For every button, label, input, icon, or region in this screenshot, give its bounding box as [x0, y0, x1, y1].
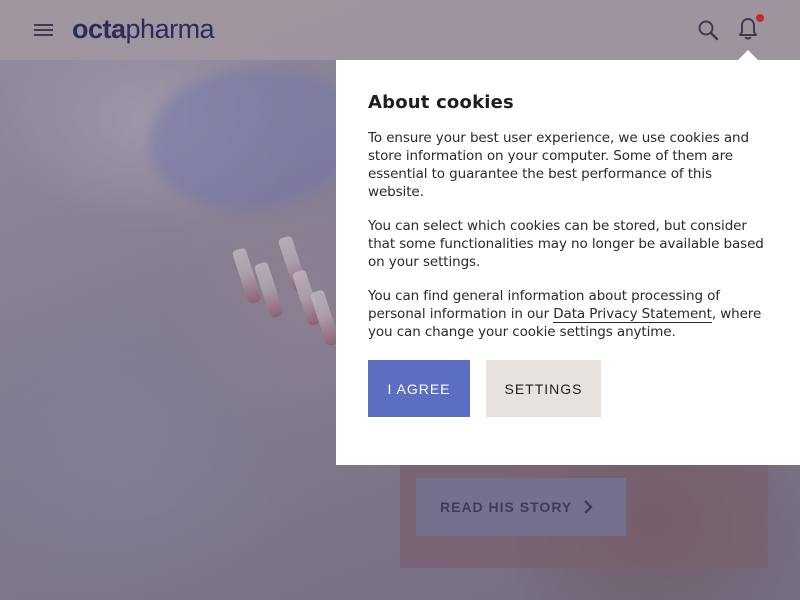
logo-bold-text: octa	[72, 14, 126, 44]
cookie-paragraph-2: You can select which cookies can be stor…	[368, 218, 764, 270]
chevron-right-icon	[584, 500, 593, 514]
notification-dot	[756, 14, 764, 22]
dialog-pointer	[738, 50, 758, 60]
logo-light-text: pharma	[125, 14, 215, 44]
search-icon[interactable]	[696, 18, 720, 42]
octapharma-logo[interactable]: octapharma	[72, 14, 215, 44]
data-privacy-link[interactable]: Data Privacy Statement	[553, 306, 712, 323]
agree-button[interactable]: I AGREE	[368, 360, 470, 417]
cookie-paragraph-1: To ensure your best user experience, we …	[368, 130, 749, 200]
settings-button[interactable]: SETTINGS	[486, 360, 601, 417]
cookie-dialog: About cookies To ensure your best user e…	[336, 60, 800, 465]
menu-icon[interactable]	[34, 21, 54, 39]
site-header: octapharma	[0, 0, 800, 60]
cookie-paragraph-3: You can find general information about p…	[368, 287, 768, 341]
cookie-title: About cookies	[368, 92, 514, 113]
read-story-label: READ HIS STORY	[440, 499, 573, 515]
read-story-button[interactable]: READ HIS STORY	[416, 478, 626, 536]
cookie-button-row: I AGREE SETTINGS	[368, 360, 601, 417]
